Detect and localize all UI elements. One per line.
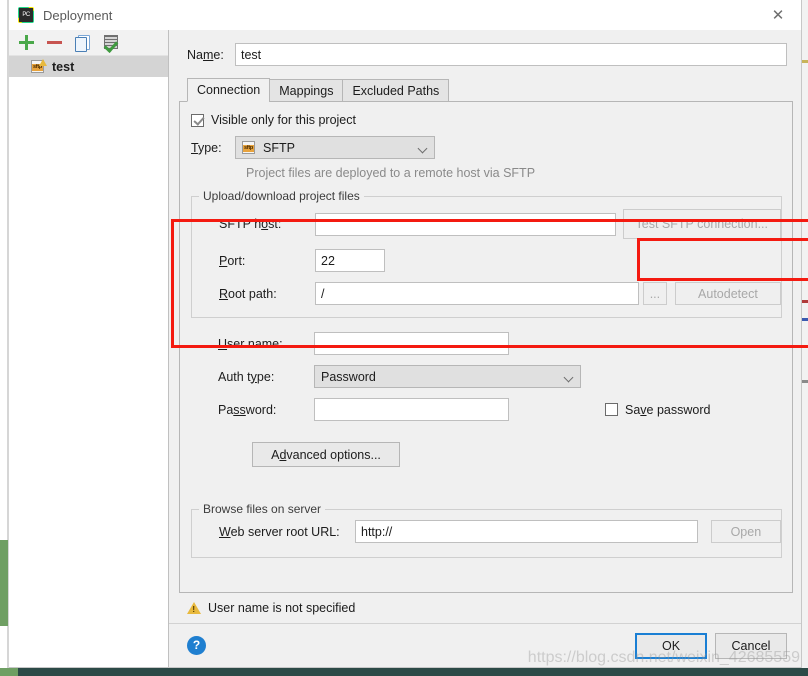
password-row: Password: Save password <box>218 398 792 421</box>
password-label: Password: <box>218 402 277 417</box>
check-icon[interactable] <box>102 34 119 51</box>
type-hint-text: Project files are deployed to a remote h… <box>246 166 536 180</box>
tab-mappings[interactable]: Mappings <box>269 79 344 102</box>
list-item[interactable]: sftp test <box>9 56 168 77</box>
deployment-settings-panel: Name: Connection Mappings Excluded Paths… <box>169 30 808 667</box>
marker-stripe <box>802 300 808 303</box>
cancel-button[interactable]: Cancel <box>715 632 787 659</box>
password-input[interactable] <box>314 398 509 421</box>
type-label: Type: <box>191 140 222 155</box>
type-row: Type: sftp SFTP <box>180 136 792 159</box>
validation-warning: User name is not specified <box>169 593 801 623</box>
type-select[interactable]: sftp SFTP <box>235 136 435 159</box>
sftp-host-input[interactable] <box>315 212 616 236</box>
background-green-segment <box>0 668 18 676</box>
browse-files-group: Browse files on server Web server root U… <box>191 502 782 558</box>
port-input[interactable] <box>315 249 385 272</box>
background-ide-left-sliver <box>0 0 9 676</box>
server-list-panel: sftp test <box>9 30 169 667</box>
autodetect-button[interactable]: Autodetect <box>674 282 781 305</box>
tab-excluded-paths[interactable]: Excluded Paths <box>342 79 450 102</box>
name-field-row: Name: <box>169 30 801 66</box>
validation-warning-text: User name is not specified <box>208 601 356 615</box>
marker-stripe <box>802 60 808 63</box>
auth-type-row: Auth type: Password <box>218 365 792 388</box>
port-row: Port: <box>192 249 781 272</box>
web-server-url-label: Web server root URL: <box>219 524 340 539</box>
name-label: Name: <box>187 47 224 62</box>
close-icon[interactable]: ✕ <box>755 0 801 30</box>
web-server-url-row: Web server root URL: Open <box>192 520 781 543</box>
background-status-bar <box>0 668 808 676</box>
help-button[interactable]: ? <box>187 636 206 655</box>
dialog-title: Deployment <box>43 7 113 23</box>
upload-download-group: Upload/download project files SFTP host:… <box>191 189 782 318</box>
minus-icon[interactable] <box>46 34 63 51</box>
sftp-host-row: SFTP host: Test SFTP connection... <box>192 209 781 239</box>
root-path-input[interactable] <box>315 282 639 305</box>
connection-tab-content: Visible only for this project Type: sftp… <box>179 101 793 593</box>
visible-only-label: Visible only for this project <box>211 113 356 127</box>
marker-stripe <box>802 318 808 321</box>
browse-group-legend: Browse files on server <box>199 502 326 516</box>
ok-button[interactable]: OK <box>635 632 707 659</box>
visible-only-checkbox[interactable] <box>191 113 204 127</box>
deployment-dialog: Deployment ✕ sftp test Name: <box>9 0 808 668</box>
vcs-green-marker <box>0 540 8 626</box>
browse-button[interactable]: ... <box>642 282 667 305</box>
copy-icon[interactable] <box>74 34 91 52</box>
credentials-section: User name: Auth type: Password Password: <box>180 332 792 467</box>
name-input[interactable] <box>235 43 787 66</box>
settings-tabs: Connection Mappings Excluded Paths <box>169 78 801 102</box>
pycharm-icon <box>18 7 34 23</box>
upload-group-legend: Upload/download project files <box>199 189 364 203</box>
advanced-options-button[interactable]: Ad vanced options... <box>252 442 400 467</box>
server-name-label: test <box>52 59 75 74</box>
tab-connection[interactable]: Connection <box>187 78 271 102</box>
server-list-toolbar <box>9 30 168 56</box>
dialog-body: sftp test Name: Connection Mappings Excl… <box>9 30 808 667</box>
background-ide-right-sliver <box>802 0 808 676</box>
user-name-input[interactable] <box>314 332 509 355</box>
sftp-host-label: SFTP host: <box>219 217 282 231</box>
root-path-label: Root path: <box>219 286 277 301</box>
sftp-icon: sftp <box>242 140 257 155</box>
sftp-server-icon: sftp <box>31 59 47 74</box>
web-server-url-input[interactable] <box>355 520 698 543</box>
user-name-label: User name: <box>218 336 283 351</box>
type-selected-value: SFTP <box>263 140 295 155</box>
chevron-down-icon <box>563 372 574 383</box>
save-password-checkbox[interactable] <box>605 403 618 416</box>
dialog-title-bar: Deployment ✕ <box>9 0 801 30</box>
user-name-row: User name: <box>218 332 792 355</box>
visible-only-row: Visible only for this project <box>180 113 792 127</box>
root-path-row: Root path: ... Autodetect <box>192 282 781 305</box>
marker-stripe <box>802 380 808 383</box>
dialog-button-bar: ? OK Cancel <box>169 623 801 667</box>
chevron-down-icon <box>417 143 428 154</box>
test-sftp-connection-button[interactable]: Test SFTP connection... <box>622 209 781 239</box>
auth-type-select[interactable]: Password <box>314 365 581 388</box>
server-list-empty-area <box>9 77 168 667</box>
open-button[interactable]: Open <box>710 520 781 543</box>
warning-triangle-icon <box>187 602 201 614</box>
auth-type-selected-value: Password <box>321 369 376 384</box>
save-password-label: Save password <box>625 402 711 417</box>
port-label: Port: <box>219 253 246 268</box>
plus-icon[interactable] <box>18 34 35 51</box>
auth-type-label: Auth type: <box>218 369 275 384</box>
